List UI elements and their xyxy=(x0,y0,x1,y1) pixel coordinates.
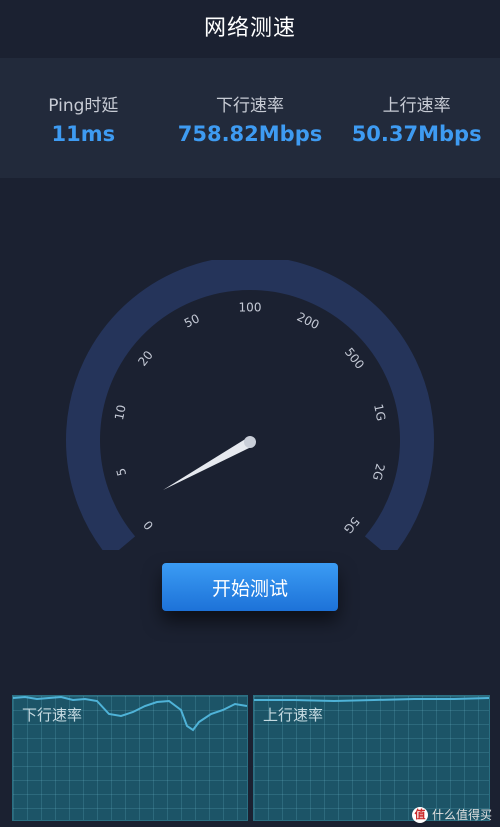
watermark-text: 什么值得买 xyxy=(431,808,492,822)
upload-value: 50.37Mbps xyxy=(351,121,482,146)
smzdm-logo-icon: 值 xyxy=(411,806,428,823)
ping-label: Ping时延 xyxy=(48,95,119,116)
watermark: 值 什么值得买 xyxy=(411,806,492,823)
gauge-tick-label: 100 xyxy=(239,301,262,315)
start-test-button[interactable]: 开始测试 xyxy=(162,563,338,611)
gauge-tick-label: 0 xyxy=(141,518,157,533)
upload-chart-line xyxy=(254,697,489,703)
download-value: 758.82Mbps xyxy=(177,121,323,146)
gauge-tick-label: 20 xyxy=(135,348,155,369)
gauge-tick-label: 200 xyxy=(295,310,322,333)
ping-value: 11ms xyxy=(51,121,116,146)
gauge-tick-label: 5G xyxy=(341,514,363,536)
download-label: 下行速率 xyxy=(215,95,284,116)
upload-stat: 上行速率 50.37Mbps xyxy=(337,91,497,146)
download-stat: 下行速率 758.82Mbps xyxy=(170,91,330,146)
stats-bar: Ping时延 11ms 下行速率 758.82Mbps 上行速率 50.37Mb… xyxy=(0,58,500,178)
gauge-needle xyxy=(163,437,253,490)
gauge-tick-label: 10 xyxy=(112,404,129,422)
upload-chart-label: 上行速率 xyxy=(263,706,324,724)
gauge-scale: 0 5 10 20 50 100 200 500 1G 2G 5G xyxy=(112,301,388,537)
gauge-tick-label: 1G xyxy=(371,403,388,422)
speed-gauge: 0 5 10 20 50 100 200 500 1G 2G 5G xyxy=(66,260,434,550)
page-title: 网络测速 xyxy=(203,16,296,41)
gauge-tick-label: 500 xyxy=(342,345,367,372)
app-header: 网络测速 xyxy=(0,0,500,52)
gauge-needle-hub xyxy=(244,436,256,448)
gauge-tick-label: 50 xyxy=(182,311,202,330)
upload-label: 上行速率 xyxy=(382,95,451,116)
gauge-tick-label: 5 xyxy=(114,467,129,478)
download-chart-label: 下行速率 xyxy=(22,706,83,724)
upload-chart: 上行速率 xyxy=(253,695,490,821)
ping-stat: Ping时延 11ms xyxy=(3,91,163,146)
gauge-tick-label: 2G xyxy=(370,462,388,482)
download-chart: 下行速率 xyxy=(12,695,248,821)
